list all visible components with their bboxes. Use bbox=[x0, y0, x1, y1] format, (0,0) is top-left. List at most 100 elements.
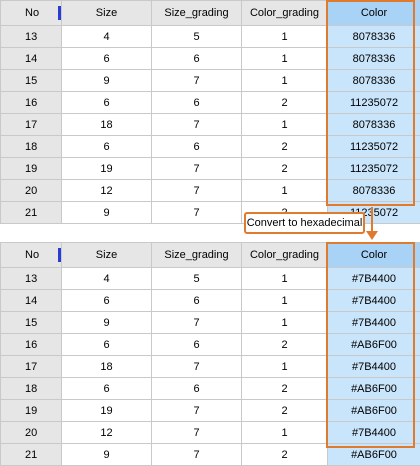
color-cell[interactable]: #AB6F00 bbox=[328, 444, 420, 466]
size-cell[interactable]: 6 bbox=[62, 136, 152, 158]
color-grading-cell[interactable]: 2 bbox=[242, 158, 328, 180]
color-grading-cell[interactable]: 1 bbox=[242, 180, 328, 202]
table-row[interactable]: 16662#AB6F00 bbox=[1, 334, 420, 356]
table-row[interactable]: 201271#7B4400 bbox=[1, 422, 420, 444]
color-grading-cell[interactable]: 2 bbox=[242, 92, 328, 114]
color-grading-cell[interactable]: 2 bbox=[242, 378, 328, 400]
color-grading-cell[interactable]: 2 bbox=[242, 400, 328, 422]
size-grading-cell[interactable]: 7 bbox=[152, 70, 242, 92]
color-cell[interactable]: #AB6F00 bbox=[328, 334, 420, 356]
color-cell[interactable]: #AB6F00 bbox=[328, 378, 420, 400]
size-cell[interactable]: 19 bbox=[62, 400, 152, 422]
column-header-color-grading[interactable]: Color_grading bbox=[242, 243, 328, 268]
color-cell[interactable]: 11235072 bbox=[328, 158, 420, 180]
column-header-size[interactable]: Size bbox=[62, 243, 152, 268]
size-grading-cell[interactable]: 5 bbox=[152, 268, 242, 290]
size-grading-cell[interactable]: 7 bbox=[152, 444, 242, 466]
no-cell[interactable]: 19 bbox=[1, 158, 62, 180]
column-header-color-grading[interactable]: Color_grading bbox=[242, 1, 328, 26]
color-grading-cell[interactable]: 1 bbox=[242, 48, 328, 70]
column-header-color[interactable]: Color bbox=[328, 1, 420, 26]
no-cell[interactable]: 16 bbox=[1, 334, 62, 356]
table-row[interactable]: 14661#7B4400 bbox=[1, 290, 420, 312]
size-cell[interactable]: 12 bbox=[62, 180, 152, 202]
size-grading-cell[interactable]: 6 bbox=[152, 334, 242, 356]
size-cell[interactable]: 9 bbox=[62, 70, 152, 92]
size-grading-cell[interactable]: 7 bbox=[152, 202, 242, 224]
no-cell[interactable]: 16 bbox=[1, 92, 62, 114]
color-grading-cell[interactable]: 1 bbox=[242, 268, 328, 290]
color-cell[interactable]: #7B4400 bbox=[328, 268, 420, 290]
size-cell[interactable]: 18 bbox=[62, 114, 152, 136]
no-cell[interactable]: 13 bbox=[1, 26, 62, 48]
color-grading-cell[interactable]: 2 bbox=[242, 444, 328, 466]
color-grading-cell[interactable]: 1 bbox=[242, 356, 328, 378]
no-cell[interactable]: 15 bbox=[1, 312, 62, 334]
color-cell[interactable]: 8078336 bbox=[328, 26, 420, 48]
color-cell[interactable]: #AB6F00 bbox=[328, 400, 420, 422]
table-row[interactable]: 1718718078336 bbox=[1, 114, 420, 136]
table-row[interactable]: 146618078336 bbox=[1, 48, 420, 70]
table-row[interactable]: 1866211235072 bbox=[1, 136, 420, 158]
column-header-no[interactable]: No bbox=[1, 1, 62, 26]
size-grading-cell[interactable]: 7 bbox=[152, 422, 242, 444]
column-header-color[interactable]: Color bbox=[328, 243, 420, 268]
no-cell[interactable]: 17 bbox=[1, 356, 62, 378]
color-cell[interactable]: #7B4400 bbox=[328, 422, 420, 444]
no-cell[interactable]: 14 bbox=[1, 290, 62, 312]
no-cell[interactable]: 21 bbox=[1, 202, 62, 224]
no-cell[interactable]: 21 bbox=[1, 444, 62, 466]
column-header-no[interactable]: No bbox=[1, 243, 62, 268]
size-grading-cell[interactable]: 6 bbox=[152, 290, 242, 312]
table-row[interactable]: 18662#AB6F00 bbox=[1, 378, 420, 400]
size-cell[interactable]: 9 bbox=[62, 202, 152, 224]
size-grading-cell[interactable]: 6 bbox=[152, 136, 242, 158]
no-cell[interactable]: 15 bbox=[1, 70, 62, 92]
size-cell[interactable]: 18 bbox=[62, 356, 152, 378]
size-cell[interactable]: 4 bbox=[62, 268, 152, 290]
size-cell[interactable]: 19 bbox=[62, 158, 152, 180]
no-cell[interactable]: 19 bbox=[1, 400, 62, 422]
size-cell[interactable]: 4 bbox=[62, 26, 152, 48]
table-row[interactable]: 1666211235072 bbox=[1, 92, 420, 114]
size-cell[interactable]: 12 bbox=[62, 422, 152, 444]
color-cell[interactable]: #7B4400 bbox=[328, 312, 420, 334]
color-cell[interactable]: 8078336 bbox=[328, 48, 420, 70]
size-cell[interactable]: 9 bbox=[62, 312, 152, 334]
table-row[interactable]: 171871#7B4400 bbox=[1, 356, 420, 378]
no-cell[interactable]: 14 bbox=[1, 48, 62, 70]
table-row[interactable]: 19197211235072 bbox=[1, 158, 420, 180]
no-cell[interactable]: 20 bbox=[1, 180, 62, 202]
size-grading-cell[interactable]: 7 bbox=[152, 312, 242, 334]
color-grading-cell[interactable]: 1 bbox=[242, 70, 328, 92]
color-grading-cell[interactable]: 1 bbox=[242, 312, 328, 334]
size-cell[interactable]: 6 bbox=[62, 48, 152, 70]
size-grading-cell[interactable]: 6 bbox=[152, 92, 242, 114]
size-grading-cell[interactable]: 7 bbox=[152, 114, 242, 136]
column-header-size-grading[interactable]: Size_grading bbox=[152, 243, 242, 268]
no-cell[interactable]: 20 bbox=[1, 422, 62, 444]
table-row[interactable]: 21972#AB6F00 bbox=[1, 444, 420, 466]
size-grading-cell[interactable]: 6 bbox=[152, 378, 242, 400]
size-cell[interactable]: 6 bbox=[62, 290, 152, 312]
table-row[interactable]: 15971#7B4400 bbox=[1, 312, 420, 334]
color-cell[interactable]: 8078336 bbox=[328, 180, 420, 202]
color-cell[interactable]: #7B4400 bbox=[328, 290, 420, 312]
no-cell[interactable]: 18 bbox=[1, 136, 62, 158]
no-cell[interactable]: 13 bbox=[1, 268, 62, 290]
size-grading-cell[interactable]: 7 bbox=[152, 158, 242, 180]
color-cell[interactable]: 11235072 bbox=[328, 92, 420, 114]
size-grading-cell[interactable]: 7 bbox=[152, 180, 242, 202]
color-cell[interactable]: 8078336 bbox=[328, 114, 420, 136]
table-row[interactable]: 159718078336 bbox=[1, 70, 420, 92]
table-row[interactable]: 2012718078336 bbox=[1, 180, 420, 202]
size-grading-cell[interactable]: 7 bbox=[152, 356, 242, 378]
color-cell[interactable]: 11235072 bbox=[328, 136, 420, 158]
color-grading-cell[interactable]: 2 bbox=[242, 334, 328, 356]
size-cell[interactable]: 6 bbox=[62, 92, 152, 114]
color-grading-cell[interactable]: 1 bbox=[242, 114, 328, 136]
table-row[interactable]: 191972#AB6F00 bbox=[1, 400, 420, 422]
color-grading-cell[interactable]: 1 bbox=[242, 290, 328, 312]
size-grading-cell[interactable]: 6 bbox=[152, 48, 242, 70]
size-cell[interactable]: 6 bbox=[62, 334, 152, 356]
